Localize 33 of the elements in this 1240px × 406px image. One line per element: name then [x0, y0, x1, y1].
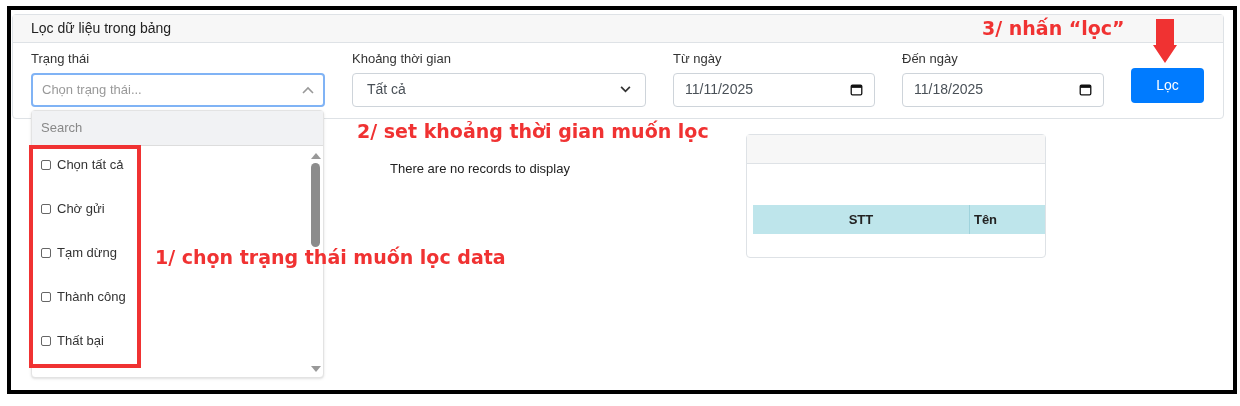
date-field[interactable]: 11/18/2025	[902, 72, 1104, 107]
panel-title: Lọc dữ liệu trong bảng	[31, 19, 172, 38]
checkbox[interactable]	[41, 248, 51, 258]
scroll-down-icon[interactable]	[310, 366, 321, 373]
field-label: Từ ngày	[673, 50, 723, 68]
checkbox[interactable]	[41, 336, 51, 346]
annotation-text: 3/ nhấn “lọc”	[982, 16, 1125, 41]
annotation-text: 2/ set khoảng thời gian muốn lọc	[357, 119, 709, 144]
status-option[interactable]: Thất bại	[41, 331, 104, 351]
column-header: STT	[752, 205, 970, 234]
date-field[interactable]: 11/11/2025	[673, 72, 875, 107]
checkbox[interactable]	[41, 204, 51, 214]
field-label: Đến ngày	[902, 50, 959, 68]
chevron-down-icon	[620, 86, 631, 93]
field-label: Khoảng thời gian	[352, 50, 452, 68]
column-header: Tên	[972, 210, 999, 229]
status-option[interactable]: Chờ gửi	[41, 199, 105, 219]
field-label: Trạng thái	[31, 50, 91, 68]
checkbox[interactable]	[41, 160, 51, 170]
status-option[interactable]: Tạm dừng	[41, 243, 117, 263]
status-option[interactable]: Thành công	[41, 287, 126, 307]
filter-button[interactable]: Lọc	[1131, 68, 1204, 103]
arrow-down-icon	[1153, 19, 1177, 63]
checkbox[interactable]	[41, 292, 51, 302]
calendar-icon[interactable]	[850, 83, 863, 96]
scrollbar-thumb[interactable]	[311, 163, 320, 247]
period-select[interactable]: Tất cả	[352, 72, 646, 107]
chevron-up-icon	[302, 85, 314, 94]
empty-message: There are no records to display	[390, 160, 570, 175]
calendar-icon[interactable]	[1079, 83, 1092, 96]
scroll-up-icon[interactable]	[310, 152, 321, 159]
status-option[interactable]: Chọn tất cả	[41, 155, 124, 175]
annotation-text: 1/ chọn trạng thái muốn lọc data	[155, 245, 506, 270]
